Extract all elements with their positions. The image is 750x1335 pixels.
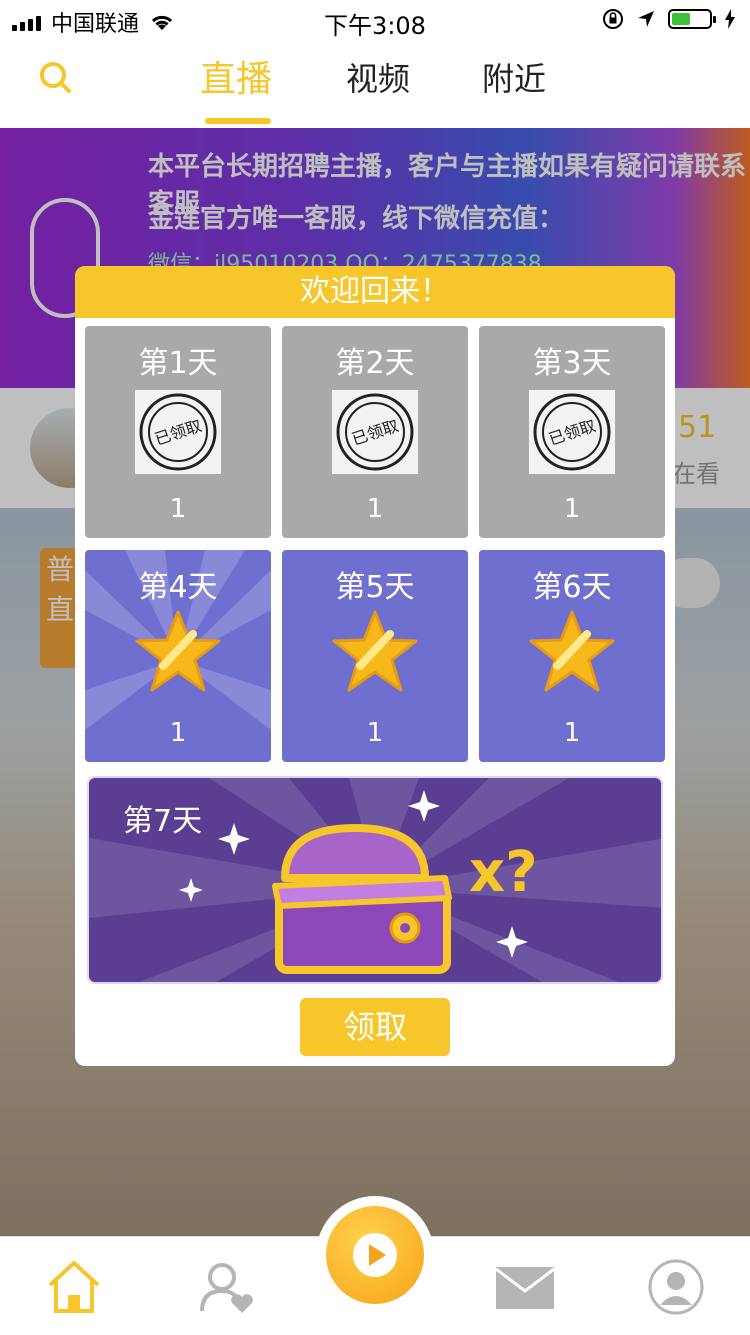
day-label: 第1天 [138, 346, 218, 381]
top-nav: 直播 视频 附近 [0, 40, 750, 128]
home-icon[interactable] [44, 1257, 104, 1317]
star-icon [529, 610, 615, 692]
stamp-text: 已领取 [152, 416, 204, 449]
treasure-chest-icon [272, 824, 452, 974]
day-label: 第7天 [123, 804, 203, 839]
play-icon [353, 1233, 397, 1277]
go-live-button[interactable] [320, 1200, 430, 1310]
follow-icon[interactable] [196, 1257, 256, 1317]
reward-mystery: x? [469, 840, 538, 905]
go-live-circle [326, 1206, 424, 1304]
day-card-6[interactable]: 第6天 1 [479, 550, 665, 762]
day-value: 1 [169, 494, 187, 524]
stamp-icon: 已领取 [529, 390, 615, 474]
checkin-modal: 欢迎回来！ 第1天 已领取 1 第2天 已领取 1 第3天 已领取 1 第4天 [75, 266, 675, 1066]
active-tab-indicator [205, 118, 271, 124]
claim-button[interactable]: 领取 [300, 998, 450, 1056]
day-value: 1 [563, 718, 581, 748]
mail-icon[interactable] [494, 1257, 556, 1317]
day-card-1: 第1天 已领取 1 [85, 326, 271, 538]
location-icon [638, 11, 654, 27]
tab-live[interactable]: 直播 [200, 50, 272, 102]
search-icon[interactable] [38, 60, 72, 94]
tab-nearby[interactable]: 附近 [482, 54, 546, 100]
day-value: 1 [366, 718, 384, 748]
day-value: 1 [169, 718, 187, 748]
stamp-text: 已领取 [546, 416, 598, 449]
tab-video[interactable]: 视频 [346, 54, 410, 100]
day-label: 第5天 [335, 570, 415, 605]
day-card-4[interactable]: 第4天 1 [85, 550, 271, 762]
stamp-icon: 已领取 [332, 390, 418, 474]
day-label: 第4天 [138, 570, 218, 605]
day-card-5[interactable]: 第5天 1 [282, 550, 468, 762]
day-label: 第2天 [335, 346, 415, 381]
star-icon [332, 610, 418, 692]
status-right [602, 8, 736, 30]
day-label: 第6天 [532, 570, 612, 605]
stamp-text: 已领取 [349, 416, 401, 449]
rotation-lock-icon [603, 9, 623, 29]
stamp-icon: 已领取 [135, 390, 221, 474]
profile-icon[interactable] [646, 1257, 706, 1317]
day-value: 1 [366, 494, 384, 524]
battery-icon [668, 9, 716, 29]
day-card-3: 第3天 已领取 1 [479, 326, 665, 538]
modal-title: 欢迎回来！ [75, 266, 675, 318]
charging-icon [725, 9, 735, 29]
day-card-2: 第2天 已领取 1 [282, 326, 468, 538]
day-label: 第3天 [532, 346, 612, 381]
status-bar: 中国联通 下午3:08 [0, 0, 750, 40]
star-icon [135, 610, 221, 692]
day-value: 1 [563, 494, 581, 524]
day-card-7[interactable]: 第7天 x? [87, 776, 663, 984]
